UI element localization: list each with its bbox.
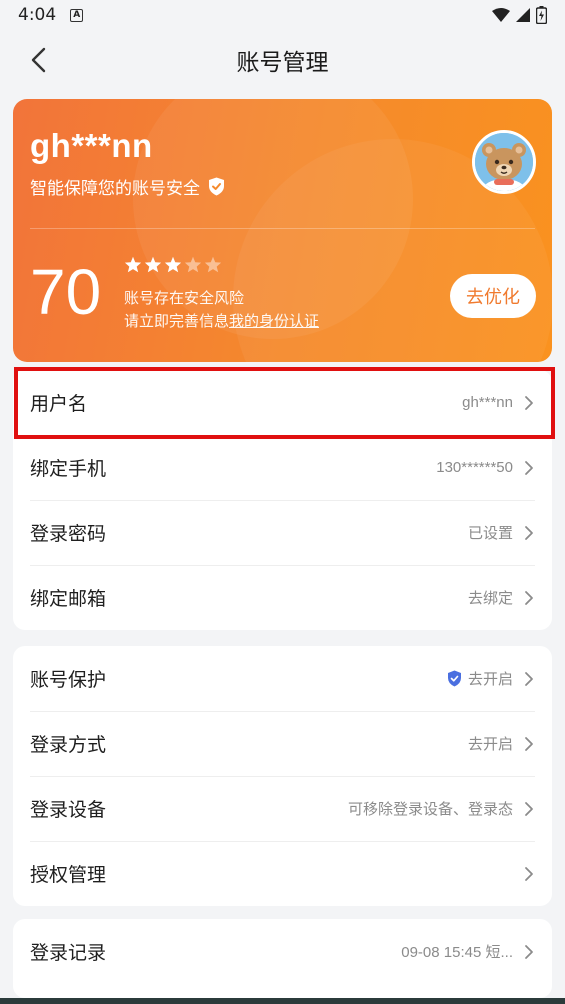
star-empty-icon	[184, 256, 202, 273]
page-title: 账号管理	[236, 50, 329, 76]
nav-bar-bottom	[0, 998, 565, 1004]
chevron-right-icon	[525, 671, 533, 686]
avatar[interactable]	[472, 130, 536, 194]
signal-icon	[516, 8, 530, 22]
list-item-value-text: 09-08 15:45 短...	[401, 944, 513, 961]
account-info-card: 用户名 gh***nn 绑定手机 130******50 登录密码 已设置绑定邮箱 去绑定	[13, 370, 552, 630]
list-item-value: 去开启	[447, 668, 513, 689]
chevron-left-icon[interactable]	[26, 46, 54, 74]
security-settings-card: 账号保护 去开启 登录方式 去开启 登录设备 可移除登录设备、登录态 授权管理	[13, 646, 552, 906]
list-item-value: 可移除登录设备、登录态	[348, 798, 513, 819]
list-item[interactable]: 登录记录 09-08 15:45 短...	[13, 919, 552, 984]
list-item-label: 账号保护	[30, 669, 107, 691]
account-username: gh***nn	[30, 127, 153, 164]
optimize-button[interactable]: 去优化	[450, 274, 536, 318]
list-item-value-text: 去开启	[467, 736, 513, 753]
list-item-value: 去开启	[468, 733, 513, 754]
star-filled-icon	[124, 256, 142, 273]
chevron-right-icon	[525, 944, 533, 959]
list-item-value-text: 已设置	[467, 525, 513, 542]
list-item-label: 登录设备	[30, 799, 107, 821]
risk-warning: 账号存在安全风险	[124, 289, 245, 307]
list-item-value: 130******50	[436, 459, 513, 476]
chevron-right-icon	[525, 736, 533, 751]
security-subtitle-text: 智能保障您的账号安全	[30, 179, 200, 199]
chevron-right-icon	[525, 801, 533, 816]
star-empty-icon	[204, 256, 222, 273]
list-item-value: gh***nn	[462, 394, 513, 411]
status-time: 4:04	[18, 5, 57, 25]
divider	[30, 228, 535, 229]
bear-avatar-icon	[475, 133, 533, 191]
status-icons	[492, 6, 547, 24]
risk-action: 请立即完善信息我的身份认证	[124, 310, 319, 331]
list-item-label: 授权管理	[30, 864, 107, 886]
security-score: 70	[30, 256, 102, 328]
list-item[interactable]: 绑定手机 130******50	[13, 435, 552, 500]
chevron-right-icon	[525, 395, 533, 410]
list-item-value: 去绑定	[468, 587, 513, 608]
list-item-value: 09-08 15:45 短...	[401, 941, 513, 962]
wifi-icon	[492, 8, 510, 22]
shield-check-icon	[209, 177, 224, 196]
battery-icon	[536, 6, 547, 24]
nav-bar: 账号管理	[0, 36, 565, 84]
list-item[interactable]: 登录密码 已设置	[13, 500, 552, 565]
list-item[interactable]: 绑定邮箱 去绑定	[13, 565, 552, 630]
list-item-value-text: 去绑定	[467, 590, 513, 607]
chevron-right-icon	[525, 525, 533, 540]
list-item-value-text: 可移除登录设备、登录态	[347, 801, 513, 818]
list-item-label: 绑定邮箱	[30, 588, 107, 610]
list-item-value-text: 130******50	[436, 459, 513, 476]
list-item-label: 登录方式	[30, 734, 107, 756]
star-rating	[124, 256, 222, 273]
list-item-label: 登录密码	[30, 523, 107, 545]
star-filled-icon	[144, 256, 162, 273]
status-bar: 4:04 A	[0, 0, 565, 30]
list-item-label: 绑定手机	[30, 458, 107, 480]
chevron-right-icon	[525, 460, 533, 475]
identity-verification-link[interactable]: 我的身份认证	[229, 312, 319, 330]
list-item[interactable]: 账号保护 去开启	[13, 646, 552, 711]
security-subtitle: 智能保障您的账号安全	[30, 174, 225, 199]
chevron-right-icon	[525, 590, 533, 605]
list-item[interactable]: 用户名 gh***nn	[13, 370, 552, 435]
shield-check-icon	[447, 670, 461, 687]
list-item[interactable]: 登录设备 可移除登录设备、登录态	[13, 776, 552, 841]
list-item[interactable]: 授权管理	[13, 841, 552, 906]
list-item-value-text: 去开启	[467, 671, 513, 688]
account-security-card: gh***nn 智能保障您的账号安全 70 账号存在安全风险 请立即完善信息我的…	[13, 99, 552, 362]
chevron-right-icon	[525, 866, 533, 881]
list-item-value-text: gh***nn	[462, 394, 513, 411]
list-item-label: 用户名	[30, 393, 88, 415]
login-records-card: 登录记录 09-08 15:45 短...	[13, 919, 552, 998]
star-filled-icon	[164, 256, 182, 273]
list-item-label: 登录记录	[30, 942, 107, 964]
notification-a-icon: A	[70, 8, 84, 22]
risk-action-prefix: 请立即完善信息	[124, 312, 230, 330]
list-item-value: 已设置	[468, 522, 513, 543]
list-item[interactable]: 登录方式 去开启	[13, 711, 552, 776]
